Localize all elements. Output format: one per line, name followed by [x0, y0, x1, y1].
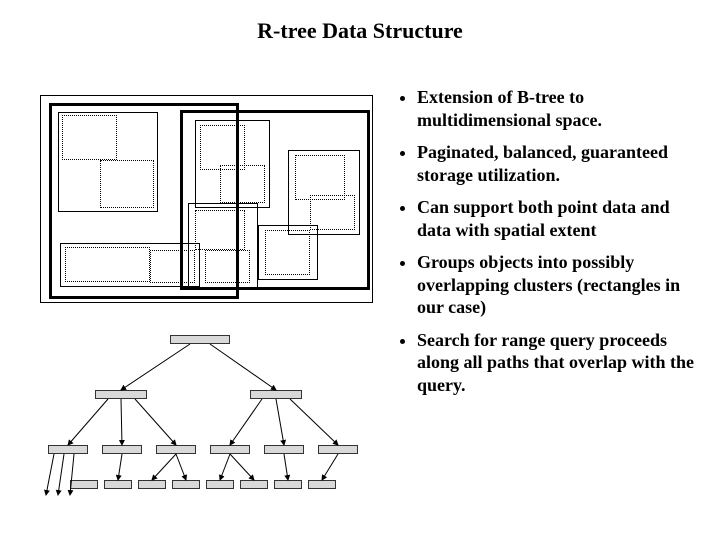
leaf-rect — [150, 250, 195, 283]
tree-edges — [40, 335, 375, 505]
leaf-rect — [310, 195, 355, 230]
leaf-rect — [62, 115, 117, 160]
bullet-item: Can support both point data and data wit… — [417, 196, 695, 241]
bullet-item: Groups objects into possibly overlapping… — [417, 251, 695, 319]
leaf-rect — [65, 247, 150, 282]
leaf-rect — [220, 165, 265, 203]
bullet-item: Extension of B-tree to multidimensional … — [417, 86, 695, 131]
slide-title: R-tree Data Structure — [0, 18, 720, 44]
leaf-rect — [205, 250, 250, 283]
leaf-rect — [200, 125, 245, 170]
bullet-item: Paginated, balanced, guaranteed storage … — [417, 141, 695, 186]
leaf-rect — [295, 155, 345, 200]
spatial-diagram — [40, 95, 375, 305]
bullet-item: Search for range query proceeds along al… — [417, 329, 695, 397]
leaf-rect — [195, 210, 245, 250]
bullet-list: Extension of B-tree to multidimensional … — [395, 86, 695, 406]
tree-diagram — [40, 335, 375, 505]
slide: R-tree Data Structure Extension of B-tre… — [0, 0, 720, 540]
leaf-rect — [265, 230, 310, 275]
leaf-rect — [100, 160, 154, 208]
